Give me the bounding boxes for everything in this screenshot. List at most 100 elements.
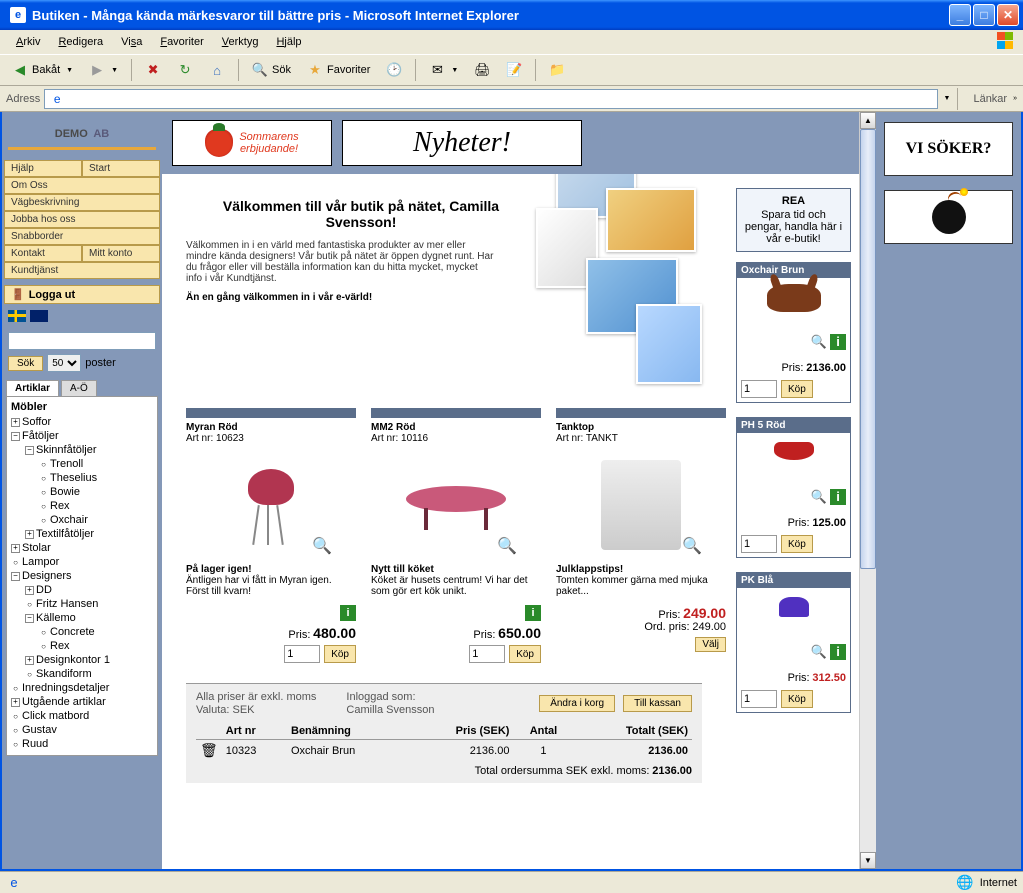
- menu-arkiv[interactable]: Arkiv: [8, 34, 48, 50]
- tree-kallemo[interactable]: −Källemo: [11, 611, 153, 625]
- tree-ruud[interactable]: ○Ruud: [11, 737, 153, 751]
- info-icon[interactable]: i: [830, 489, 846, 505]
- back-button[interactable]: ◀Bakåt▼: [6, 60, 79, 80]
- product-image[interactable]: 🔍: [556, 450, 726, 560]
- favorites-button[interactable]: ★Favoriter: [301, 60, 376, 80]
- tree-lampor[interactable]: ○Lampor: [11, 555, 153, 569]
- product-thumb[interactable]: [741, 282, 846, 332]
- poster-count-select[interactable]: 50: [47, 354, 81, 372]
- tree-designers[interactable]: −Designers: [11, 569, 153, 583]
- menu-redigera[interactable]: Redigera: [50, 34, 111, 50]
- home-button[interactable]: ⌂: [203, 60, 231, 80]
- buy-button[interactable]: Köp: [781, 690, 813, 708]
- address-dropdown[interactable]: ▼: [944, 95, 951, 102]
- address-input[interactable]: e: [44, 89, 937, 109]
- info-icon[interactable]: i: [340, 605, 356, 621]
- flag-sweden[interactable]: [8, 310, 26, 322]
- info-icon[interactable]: i: [525, 605, 541, 621]
- product-thumb[interactable]: [741, 592, 846, 642]
- magnify-icon[interactable]: 🔍: [811, 334, 827, 354]
- menu-visa[interactable]: Visa: [113, 34, 150, 50]
- nav-snabb[interactable]: Snabborder: [4, 228, 160, 245]
- tree-stolar[interactable]: +Stolar: [11, 541, 153, 555]
- logout-button[interactable]: 🚪Logga ut: [4, 285, 160, 304]
- folder-button[interactable]: 📁: [543, 60, 571, 80]
- buy-button[interactable]: Köp: [509, 645, 541, 663]
- qty-input[interactable]: [284, 645, 320, 663]
- banner-bomb[interactable]: [884, 190, 1013, 244]
- info-icon[interactable]: i: [830, 334, 846, 350]
- history-button[interactable]: 🕑: [380, 60, 408, 80]
- links-label[interactable]: Länkar: [973, 93, 1007, 105]
- forward-button[interactable]: ▶▼: [83, 60, 124, 80]
- minimize-button[interactable]: _: [949, 4, 971, 26]
- checkout-button[interactable]: Till kassan: [623, 695, 692, 712]
- tree-oxchair[interactable]: ○Oxchair: [11, 513, 153, 527]
- nav-kund[interactable]: Kundtjänst: [4, 262, 160, 279]
- nav-jobba[interactable]: Jobba hos oss: [4, 211, 160, 228]
- nav-vag[interactable]: Vägbeskrivning: [4, 194, 160, 211]
- search-button[interactable]: 🔍Sök: [246, 60, 297, 80]
- product-thumb[interactable]: [741, 437, 846, 487]
- tab-artiklar[interactable]: Artiklar: [6, 380, 59, 396]
- nav-kontakt[interactable]: Kontakt: [4, 245, 82, 262]
- delete-row-icon[interactable]: 🗑: [196, 740, 222, 762]
- tree-soffor[interactable]: +Soffor: [11, 415, 153, 429]
- tree-bowie[interactable]: ○Bowie: [11, 485, 153, 499]
- buy-button[interactable]: Köp: [324, 645, 356, 663]
- nav-start[interactable]: Start: [82, 160, 160, 177]
- scroll-up-button[interactable]: ▲: [860, 112, 876, 129]
- menu-hjalp[interactable]: Hjälp: [268, 34, 309, 50]
- qty-input[interactable]: [741, 690, 777, 708]
- tree-theselius[interactable]: ○Theselius: [11, 471, 153, 485]
- search-submit[interactable]: Sök: [8, 356, 43, 371]
- banner-visoker[interactable]: VI SÖKER?: [884, 122, 1013, 176]
- edit-cart-button[interactable]: Ändra i korg: [539, 695, 615, 712]
- tab-aoe[interactable]: A-Ö: [61, 380, 97, 396]
- magnify-icon[interactable]: 🔍: [682, 536, 702, 556]
- qty-input[interactable]: [741, 535, 777, 553]
- banner-nyheter[interactable]: Nyheter!: [342, 120, 582, 166]
- magnify-icon[interactable]: 🔍: [811, 489, 827, 509]
- product-image[interactable]: 🔍: [371, 450, 541, 560]
- tree-designkontor[interactable]: +Designkontor 1: [11, 653, 153, 667]
- close-button[interactable]: ✕: [997, 4, 1019, 26]
- qty-input[interactable]: [469, 645, 505, 663]
- tree-utg[interactable]: +Utgående artiklar: [11, 695, 153, 709]
- buy-button[interactable]: Köp: [781, 380, 813, 398]
- qty-input[interactable]: [741, 380, 777, 398]
- scroll-thumb[interactable]: [860, 129, 876, 569]
- tree-rex2[interactable]: ○Rex: [11, 639, 153, 653]
- tree-trenoll[interactable]: ○Trenoll: [11, 457, 153, 471]
- banner-sommar[interactable]: Sommarens erbjudande!: [172, 120, 332, 166]
- tree-inred[interactable]: ○Inredningsdetaljer: [11, 681, 153, 695]
- tree-textil[interactable]: +Textilfåtöljer: [11, 527, 153, 541]
- flag-uk[interactable]: [30, 310, 48, 322]
- nav-hjalp[interactable]: Hjälp: [4, 160, 82, 177]
- nav-mitt[interactable]: Mitt konto: [82, 245, 160, 262]
- tree-click[interactable]: ○Click matbord: [11, 709, 153, 723]
- choose-button[interactable]: Välj: [695, 637, 726, 652]
- magnify-icon[interactable]: 🔍: [312, 536, 332, 556]
- magnify-icon[interactable]: 🔍: [811, 644, 827, 664]
- tree-skandiform[interactable]: ○Skandiform: [11, 667, 153, 681]
- info-icon[interactable]: i: [830, 644, 846, 660]
- stop-button[interactable]: ✖: [139, 60, 167, 80]
- buy-button[interactable]: Köp: [781, 535, 813, 553]
- menu-verktyg[interactable]: Verktyg: [214, 34, 267, 50]
- tree-dd[interactable]: +DD: [11, 583, 153, 597]
- tree-concrete[interactable]: ○Concrete: [11, 625, 153, 639]
- search-input[interactable]: [8, 332, 156, 350]
- tree-gustav[interactable]: ○Gustav: [11, 723, 153, 737]
- tree-fatoljer[interactable]: −Fåtöljer: [11, 429, 153, 443]
- nav-omoss[interactable]: Om Oss: [4, 177, 160, 194]
- maximize-button[interactable]: □: [973, 4, 995, 26]
- scroll-down-button[interactable]: ▼: [860, 852, 876, 869]
- tree-skinn[interactable]: −Skinnfåtöljer: [11, 443, 153, 457]
- menu-favoriter[interactable]: Favoriter: [152, 34, 211, 50]
- tree-rex[interactable]: ○Rex: [11, 499, 153, 513]
- product-image[interactable]: 🔍: [186, 450, 356, 560]
- tree-fritz[interactable]: ○Fritz Hansen: [11, 597, 153, 611]
- refresh-button[interactable]: ↻: [171, 60, 199, 80]
- magnify-icon[interactable]: 🔍: [497, 536, 517, 556]
